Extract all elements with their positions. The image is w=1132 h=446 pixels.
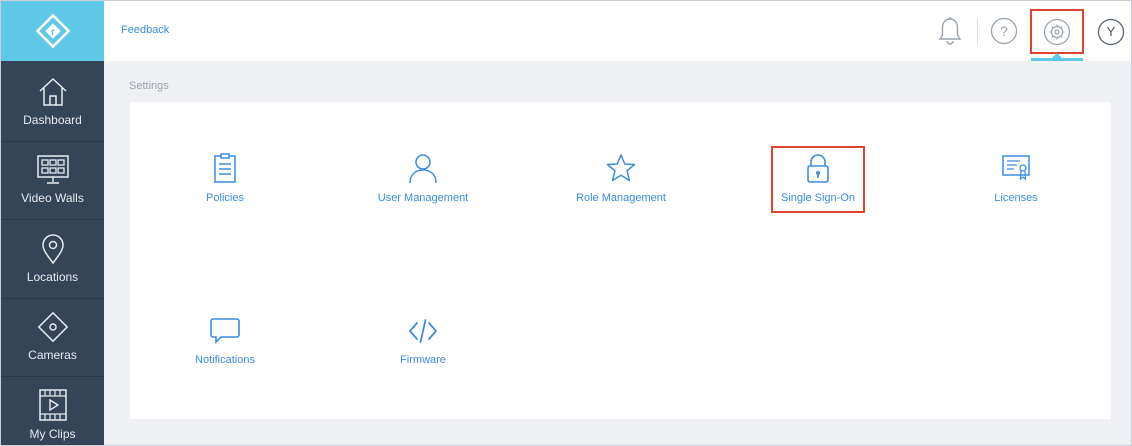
clipboard-icon <box>214 153 236 183</box>
feedback-link[interactable]: Feedback <box>121 24 169 36</box>
video-wall-icon <box>36 155 69 184</box>
sidebar-item-label: Dashboard <box>23 113 82 127</box>
top-bar: Feedback ? Y <box>104 1 1131 61</box>
sidebar-item-my-clips[interactable]: My Clips <box>1 387 104 445</box>
location-pin-icon <box>41 234 64 265</box>
tile-label: Notifications <box>195 354 255 366</box>
tile-label: Firmware <box>400 354 446 366</box>
svg-text:r: r <box>51 27 55 38</box>
bell-icon <box>938 17 962 45</box>
settings-tile-user-management[interactable]: User Management <box>353 152 493 222</box>
settings-button[interactable] <box>1042 17 1072 47</box>
topbar-divider <box>977 18 978 44</box>
lock-icon <box>807 154 829 183</box>
settings-panel: Policies User Management Role Management <box>130 102 1111 419</box>
camera-diamond-icon <box>37 311 68 343</box>
chat-bubble-icon <box>210 318 240 344</box>
tile-label: User Management <box>377 192 469 204</box>
svg-text:?: ? <box>1000 23 1008 39</box>
sidebar-divider <box>1 298 104 299</box>
sidebar-divider <box>1 219 104 220</box>
brand-logo[interactable]: r <box>1 1 104 61</box>
sidebar-divider <box>1 141 104 142</box>
code-icon <box>409 319 437 343</box>
sidebar-item-label: My Clips <box>29 427 76 441</box>
help-button[interactable]: ? <box>989 16 1019 46</box>
film-clip-icon <box>38 389 67 421</box>
sidebar-item-label: Locations <box>26 270 79 284</box>
home-icon <box>38 77 67 106</box>
tile-label: Policies <box>206 192 244 204</box>
gear-icon <box>1043 18 1071 46</box>
breadcrumb: Settings <box>129 80 169 92</box>
settings-tile-single-sign-on[interactable]: Single Sign-On <box>748 152 888 222</box>
settings-tile-licenses[interactable]: Licenses <box>946 152 1086 222</box>
notifications-button[interactable] <box>935 15 965 47</box>
help-icon: ? <box>990 17 1018 45</box>
tile-label: Licenses <box>994 192 1038 204</box>
logo-diamond-icon: r <box>35 13 70 49</box>
sidebar-item-label: Cameras <box>28 348 77 362</box>
tile-label: Single Sign-On <box>781 192 855 204</box>
sidebar: r Dashboard Video Walls Locations Camera… <box>1 1 104 445</box>
settings-tile-notifications[interactable]: Notifications <box>155 316 295 386</box>
user-avatar-button[interactable]: Y <box>1096 17 1126 47</box>
settings-tile-role-management[interactable]: Role Management <box>551 152 691 222</box>
user-icon <box>409 154 437 184</box>
settings-tile-firmware[interactable]: Firmware <box>353 316 493 386</box>
tile-label: Role Management <box>576 192 666 204</box>
sidebar-item-label: Video Walls <box>21 191 84 205</box>
star-icon <box>606 154 636 182</box>
main-content: Settings Policies User Management Role M… <box>104 61 1131 445</box>
sidebar-divider <box>1 376 104 377</box>
settings-tile-policies[interactable]: Policies <box>155 152 295 222</box>
app-window: r Dashboard Video Walls Locations Camera… <box>0 0 1132 446</box>
avatar-initial: Y <box>1106 24 1116 39</box>
certificate-icon <box>1002 155 1030 181</box>
